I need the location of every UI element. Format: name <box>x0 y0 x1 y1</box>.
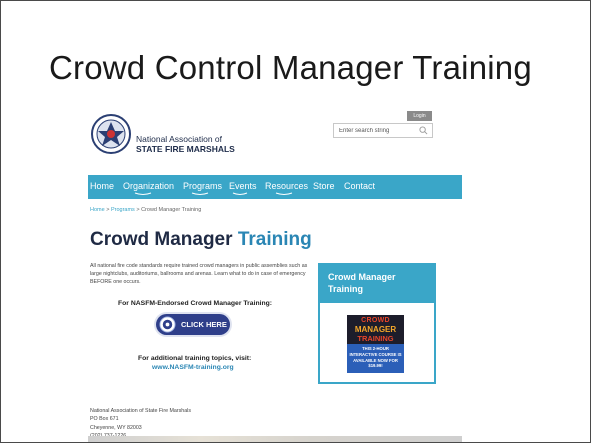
breadcrumb-home[interactable]: Home <box>90 207 105 213</box>
nasfm-seal-icon <box>159 316 176 333</box>
promo-title-crowd: CROWD <box>361 317 390 324</box>
promo-title-manager: MANAGER <box>354 325 397 334</box>
sidebar-title: Crowd Manager Training <box>328 272 396 294</box>
endorsed-heading: For NASFM-Endorsed Crowd Manager Trainin… <box>118 300 273 307</box>
swoosh-icon <box>275 192 293 195</box>
logo-text-line2: STATE FIRE MARSHALS <box>136 144 235 154</box>
presentation-slide: Crowd Control Manager Training National … <box>0 0 591 443</box>
nav-item-programs[interactable]: Programs <box>183 181 222 191</box>
nav-item-contact[interactable]: Contact <box>344 181 375 191</box>
search-input[interactable] <box>334 124 419 137</box>
breadcrumb-programs[interactable]: Programs <box>111 207 135 213</box>
click-here-button[interactable]: CLICK HERE <box>156 314 230 335</box>
logo-text-line1: National Association of <box>136 134 222 144</box>
promo-body-text: THIS 2-HOUR INTERACTIVE COURSE IS AVAILA… <box>349 346 402 369</box>
page-title: Crowd Manager Training <box>90 229 312 251</box>
footer-line: National Association of State Fire Marsh… <box>90 408 191 414</box>
breadcrumb: Home > Programs > Crowd Manager Training <box>90 207 201 213</box>
slide-title: Crowd Control Manager Training <box>49 49 532 86</box>
nasfm-seal-icon <box>91 114 131 154</box>
nav-item-store[interactable]: Store <box>313 181 335 191</box>
additional-training-heading: For additional training topics, visit: <box>138 355 252 362</box>
breadcrumb-separator: > <box>136 207 140 213</box>
footer-line: PO Box 671 <box>90 416 119 423</box>
nasfm-logo[interactable]: National Association of STATE FIRE MARSH… <box>90 113 250 158</box>
sidebar-widget: Crowd Manager Training CROWD MANAGER TRA… <box>318 263 436 384</box>
intro-paragraph: All national fire code standards require… <box>90 263 308 285</box>
login-button[interactable]: Login <box>407 111 432 121</box>
promo-banner[interactable]: CROWD MANAGER TRAINING THIS 2-HOUR INTER… <box>347 315 404 373</box>
nav-item-organization[interactable]: Organization <box>123 181 174 191</box>
swoosh-icon <box>191 192 209 195</box>
promo-title-training: TRAINING <box>357 334 394 343</box>
nav-item-resources[interactable]: Resources <box>265 181 308 191</box>
click-here-label: CLICK HERE <box>181 320 227 329</box>
website-screenshot: National Association of STATE FIRE MARSH… <box>88 105 462 442</box>
breadcrumb-separator: > <box>106 207 110 213</box>
sidebar-header: Crowd Manager Training <box>320 265 434 303</box>
swoosh-icon <box>134 192 152 195</box>
footer-line: Cheyenne, WY 82003 <box>90 424 142 431</box>
nasfm-training-link[interactable]: www.NASFM-training.org <box>152 364 234 371</box>
footer-strip <box>88 436 462 442</box>
nav-item-events[interactable]: Events <box>229 181 257 191</box>
search-box <box>333 123 433 138</box>
search-icon[interactable] <box>419 126 428 135</box>
page-title-main: Crowd Manager <box>90 229 233 250</box>
page-title-accent: Training <box>237 229 312 250</box>
swoosh-icon <box>232 192 248 195</box>
breadcrumb-current: Crowd Manager Training <box>141 207 202 213</box>
main-navigation: Home Organization Programs Events Resour… <box>88 175 462 199</box>
nav-item-home[interactable]: Home <box>90 181 114 191</box>
